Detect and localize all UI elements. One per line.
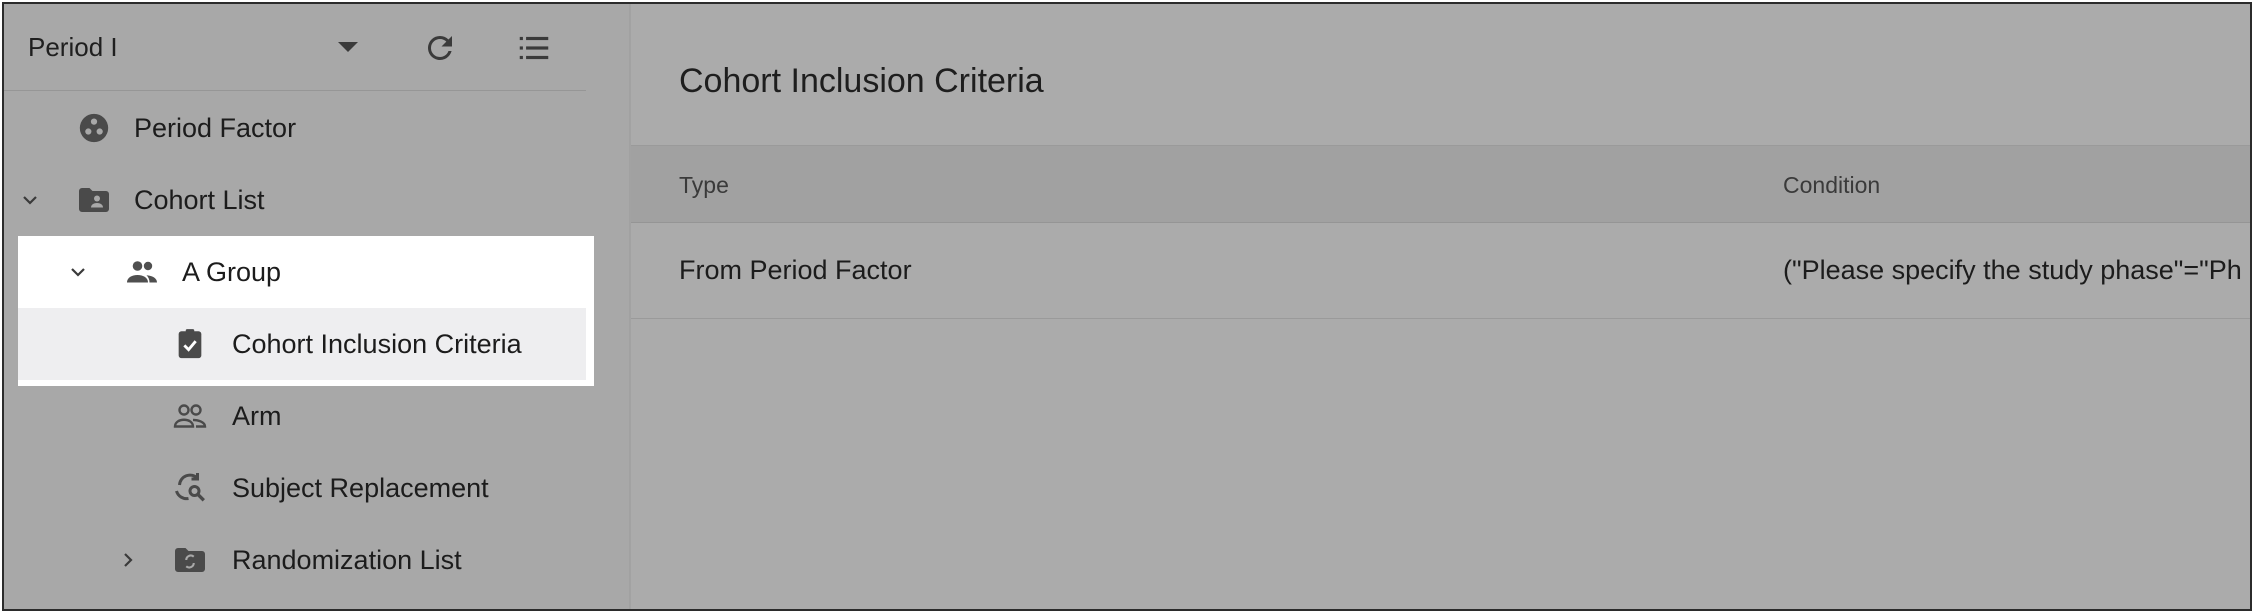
tree-item-label: Cohort List (134, 184, 265, 215)
refresh-icon (427, 35, 452, 60)
sidebar-toolbar: Period I (4, 4, 586, 91)
table-row[interactable]: From Period Factor ("Please specify the … (631, 223, 2250, 319)
list-view-button[interactable] (512, 26, 556, 70)
tree-item-subject-replacement[interactable]: Subject Replacement (4, 452, 586, 524)
column-header-type[interactable]: Type (679, 172, 729, 199)
clipboard-check-icon (172, 326, 208, 362)
table-header: Type Condition (631, 146, 2250, 223)
folder-sync-icon (172, 542, 208, 578)
period-select[interactable]: Period I (28, 24, 368, 70)
tree-item-label: Period Factor (134, 112, 297, 143)
main-content: Cohort Inclusion Criteria Type Condition… (631, 4, 2250, 609)
tree-item-period-factor[interactable]: Period Factor (4, 92, 586, 164)
tree-item-randomization-list[interactable]: Randomization List (4, 524, 586, 596)
chevron-down-icon[interactable] (64, 258, 92, 286)
period-factor-icon (76, 110, 112, 146)
column-header-condition[interactable]: Condition (1783, 172, 1880, 199)
period-select-value: Period I (28, 31, 118, 62)
sidebar: Period I Period Factor Cohort List A Gro… (4, 4, 629, 609)
tree-item-label: Cohort Inclusion Criteria (232, 328, 522, 359)
tree-item-label: Arm (232, 400, 282, 431)
folder-account-icon (76, 182, 112, 218)
replace-search-icon (172, 470, 208, 506)
chevron-right-icon[interactable] (114, 546, 142, 574)
tree-item-cohort-list[interactable]: Cohort List (4, 164, 586, 236)
list-icon (519, 36, 549, 60)
refresh-button[interactable] (418, 26, 462, 70)
group-icon (124, 254, 160, 290)
tree-item-label: Randomization List (232, 544, 462, 575)
tree-item-arm[interactable]: Arm (4, 380, 586, 452)
caret-down-icon (338, 42, 358, 52)
cell-type: From Period Factor (679, 255, 912, 285)
content-header: Cohort Inclusion Criteria (631, 4, 2250, 146)
app-window: Period I Period Factor Cohort List A Gro… (2, 2, 2252, 611)
tree-item-label: Subject Replacement (232, 472, 489, 503)
page-title: Cohort Inclusion Criteria (679, 62, 1044, 100)
cell-condition: ("Please specify the study phase"="Ph (1783, 255, 2242, 285)
tree-item-label: A Group (182, 256, 282, 287)
tree-item-a-group[interactable]: A Group (4, 236, 586, 308)
people-outline-icon (172, 398, 208, 434)
chevron-down-icon[interactable] (16, 186, 44, 214)
tree-item-cohort-inclusion-criteria[interactable]: Cohort Inclusion Criteria (4, 308, 586, 380)
